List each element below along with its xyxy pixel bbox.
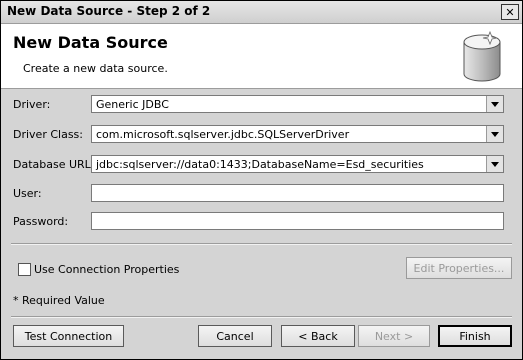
driver-value: Generic JDBC <box>96 98 169 111</box>
back-button[interactable]: < Back <box>281 325 355 347</box>
close-button[interactable]: ✕ <box>501 4 519 20</box>
driver-class-label: Driver Class: <box>13 128 83 141</box>
driver-select[interactable]: Generic JDBC <box>91 95 504 113</box>
database-url-label: Database URL: <box>13 158 95 171</box>
database-url-value: jdbc:sqlserver://data0:1433;DatabaseName… <box>96 158 424 171</box>
database-icon <box>463 30 501 82</box>
dropdown-arrow-icon[interactable] <box>486 96 503 112</box>
next-button[interactable]: Next > <box>358 325 430 347</box>
required-value-note: * Required Value <box>13 294 105 307</box>
use-connection-properties-checkbox[interactable] <box>18 263 31 276</box>
user-input[interactable] <box>91 184 504 202</box>
password-input[interactable] <box>91 212 504 230</box>
use-connection-properties-label[interactable]: Use Connection Properties <box>34 263 179 276</box>
driver-class-select[interactable]: com.microsoft.sqlserver.jdbc.SQLServerDr… <box>91 125 504 143</box>
user-label: User: <box>13 187 42 200</box>
database-url-select[interactable]: jdbc:sqlserver://data0:1433;DatabaseName… <box>91 155 504 173</box>
test-connection-button[interactable]: Test Connection <box>13 325 124 347</box>
banner-title: New Data Source <box>13 33 168 52</box>
close-icon: ✕ <box>505 5 515 19</box>
divider <box>11 316 512 318</box>
dialog-window: New Data Source - Step 2 of 2 ✕ New Data… <box>0 0 523 360</box>
title-bar[interactable]: New Data Source - Step 2 of 2 ✕ <box>1 1 522 24</box>
driver-label: Driver: <box>13 98 51 111</box>
cancel-button[interactable]: Cancel <box>198 325 272 347</box>
divider <box>11 243 512 245</box>
dropdown-arrow-icon[interactable] <box>486 156 503 172</box>
window-title: New Data Source - Step 2 of 2 <box>7 4 211 18</box>
password-label: Password: <box>13 215 69 228</box>
dropdown-arrow-icon[interactable] <box>486 126 503 142</box>
driver-class-value: com.microsoft.sqlserver.jdbc.SQLServerDr… <box>96 128 350 141</box>
finish-button[interactable]: Finish <box>438 325 512 347</box>
banner-subtitle: Create a new data source. <box>23 62 168 75</box>
wizard-banner: New Data Source Create a new data source… <box>1 24 522 89</box>
edit-properties-button[interactable]: Edit Properties... <box>406 257 512 279</box>
